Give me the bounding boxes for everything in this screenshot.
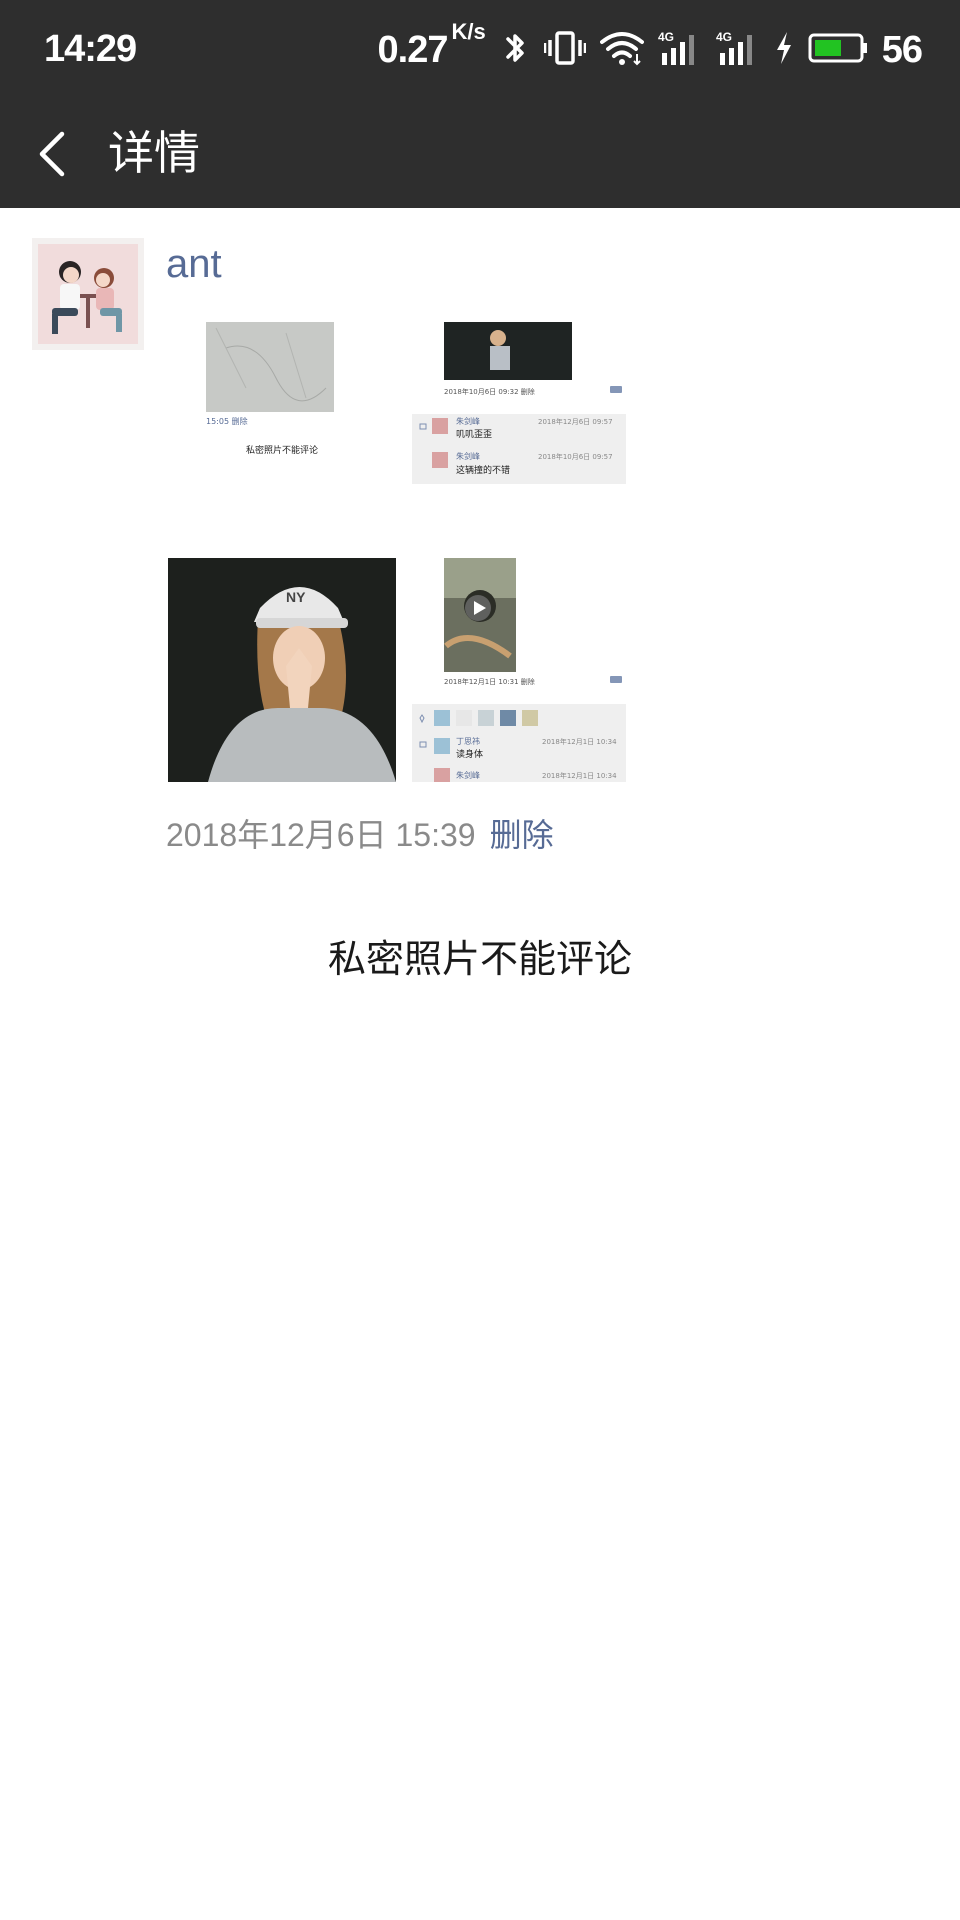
net-speed-unit: K/s (451, 18, 486, 44)
wifi-icon (599, 30, 644, 71)
back-button[interactable] (26, 122, 90, 186)
svg-text:朱剑峰: 朱剑峰 (456, 416, 480, 426)
svg-text:15:05 删除: 15:05 删除 (206, 416, 248, 426)
bluetooth-icon (500, 29, 530, 72)
photo-thumbnail[interactable]: 2018年10月6日 09:32 删除 朱剑峰 2018年12月6日 09:57… (410, 318, 626, 486)
svg-text:丁思祎: 丁思祎 (456, 736, 480, 746)
title-bar: 详情 (0, 100, 960, 208)
battery-icon (808, 32, 868, 69)
delete-link[interactable]: 删除 (490, 817, 554, 853)
svg-text:2018年10月6日 09:32 删除: 2018年10月6日 09:32 删除 (444, 387, 535, 396)
charging-icon (774, 30, 794, 71)
battery-level: 56 (881, 28, 923, 71)
chevron-left-icon (39, 131, 65, 177)
post-meta: 2018年12月6日 15:39 删除 (166, 810, 554, 856)
status-bar: 14:29 0.27 K/s 4G 4G 56 (0, 0, 960, 100)
svg-text:2018年12月6日 09:57: 2018年12月6日 09:57 (538, 417, 613, 426)
svg-text:2018年12月1日 10:34: 2018年12月1日 10:34 (542, 737, 617, 746)
status-right: 0.27 K/s 4G 4G 56 (377, 19, 924, 74)
svg-text:2018年12月1日 10:31 删除: 2018年12月1日 10:31 删除 (444, 677, 535, 686)
svg-text:朱剑峰: 朱剑峰 (456, 770, 480, 780)
svg-text:NY: NY (286, 589, 306, 605)
status-time: 14:29 (44, 28, 137, 70)
svg-text:私密照片不能评论: 私密照片不能评论 (246, 444, 318, 456)
post-timestamp: 2018年12月6日 15:39 (166, 817, 476, 853)
avatar[interactable] (32, 238, 144, 350)
svg-text:这辆撞的不错: 这辆撞的不错 (456, 464, 510, 476)
net-speed-value: 0.27 (377, 28, 449, 71)
signal-4g-icon: 4G (716, 29, 760, 72)
svg-text:4G: 4G (658, 30, 674, 44)
photo-thumbnail[interactable]: 15:05 删除 私密照片不能评论 (166, 318, 396, 468)
svg-text:朱剑峰: 朱剑峰 (456, 451, 480, 461)
net-speed: 0.27 K/s (377, 19, 486, 72)
svg-text:4G: 4G (716, 30, 732, 44)
private-comment-notice: 私密照片不能评论 (327, 937, 632, 981)
username[interactable]: ant (166, 242, 222, 287)
vibrate-icon (543, 29, 586, 72)
photo-thumbnail[interactable]: 2018年12月1日 10:31 删除 丁思祎 2018年12月1日 10:34… (410, 556, 626, 782)
page-title: 详情 (108, 126, 200, 180)
photo-thumbnail[interactable]: NY (168, 558, 396, 782)
signal-4g-icon: 4G (658, 29, 702, 72)
avatar-illustration (38, 244, 138, 344)
svg-text:读身体: 读身体 (456, 748, 483, 760)
svg-text:叽叽歪歪: 叽叽歪歪 (456, 429, 492, 440)
svg-text:2018年12月1日 10:34: 2018年12月1日 10:34 (542, 771, 617, 780)
svg-text:2018年10月6日 09:57: 2018年10月6日 09:57 (538, 452, 613, 461)
